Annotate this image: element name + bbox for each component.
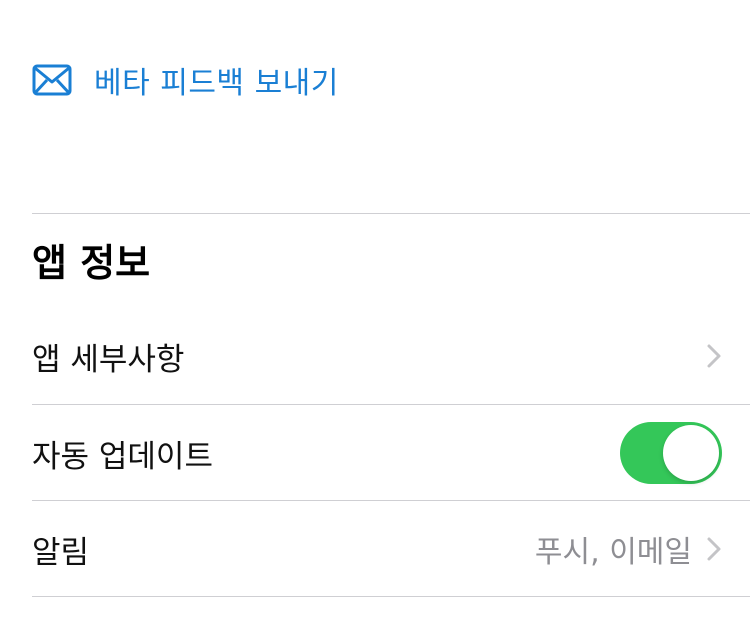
send-beta-feedback-link[interactable]: 베타 피드백 보내기 <box>32 52 339 108</box>
auto-update-row: 자동 업데이트 <box>32 408 750 498</box>
auto-update-label: 자동 업데이트 <box>32 438 213 475</box>
toggle-knob <box>663 425 719 481</box>
section-title: 앱 정보 <box>32 241 151 285</box>
envelope-icon <box>32 64 72 96</box>
row-divider <box>32 500 750 501</box>
send-beta-feedback-label: 베타 피드백 보내기 <box>94 66 339 101</box>
chevron-right-icon <box>707 537 721 561</box>
row-divider <box>32 404 750 405</box>
app-details-row[interactable]: 앱 세부사항 <box>32 311 750 401</box>
section-divider <box>32 213 750 214</box>
auto-update-toggle[interactable] <box>620 422 722 484</box>
app-details-label: 앱 세부사항 <box>32 341 185 378</box>
row-divider <box>32 596 750 597</box>
notifications-label: 알림 <box>32 534 90 571</box>
notifications-value: 푸시, 이메일 <box>534 535 692 570</box>
app-details-accessory <box>706 311 722 401</box>
notifications-row[interactable]: 알림 푸시, 이메일 <box>32 504 750 594</box>
chevron-right-icon <box>707 344 721 368</box>
app-info-screen: 베타 피드백 보내기 앱 정보 앱 세부사항 자동 업데이트 알림 푸시, 이메… <box>0 0 750 618</box>
notifications-accessory: 푸시, 이메일 <box>535 504 722 594</box>
